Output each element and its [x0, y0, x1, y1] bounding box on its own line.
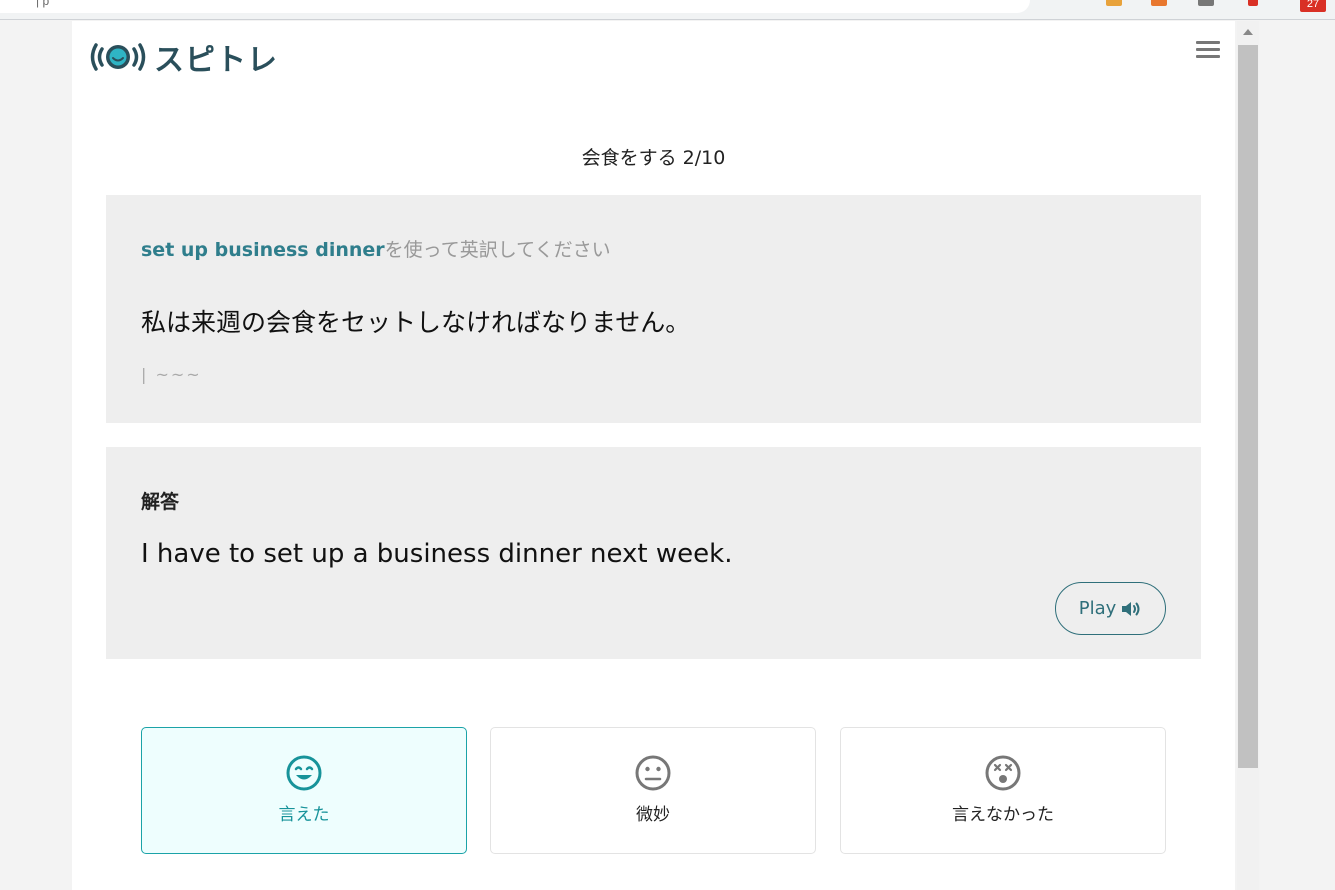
- notification-badge[interactable]: 27: [1300, 0, 1326, 12]
- broadcast-face-icon: [90, 43, 146, 71]
- dizzy-face-icon: [985, 755, 1021, 791]
- question-card: set up business dinnerを使って英訳してください 私は来週の…: [106, 195, 1201, 423]
- address-bar-text: | p: [36, 0, 50, 8]
- extension-icon[interactable]: [1198, 0, 1214, 6]
- play-button-label: Play: [1078, 598, 1117, 619]
- page-scrollbar[interactable]: [1237, 21, 1259, 890]
- smile-face-icon: [286, 755, 322, 791]
- play-audio-button[interactable]: Play: [1055, 582, 1166, 635]
- answer-label: 解答: [141, 491, 180, 513]
- extension-icon[interactable]: [1151, 0, 1167, 6]
- answer-card: 解答 I have to set up a business dinner ne…: [106, 447, 1201, 659]
- japanese-sentence: 私は来週の会食をセットしなければなりません。: [141, 308, 691, 337]
- speaker-icon: [1122, 601, 1140, 616]
- extension-icon[interactable]: [1248, 0, 1258, 6]
- rating-said-it-button[interactable]: 言えた: [141, 727, 467, 854]
- scroll-up-arrow-icon[interactable]: [1243, 29, 1253, 35]
- browser-toolbar: | p 27: [0, 0, 1335, 20]
- target-phrase: set up business dinner: [141, 239, 385, 261]
- scrollbar-thumb[interactable]: [1238, 45, 1258, 768]
- app-page: スピトレ 会食をする 2/10 set up business dinnerを使…: [72, 21, 1235, 890]
- instruction-text: を使って英訳してください: [384, 239, 611, 261]
- rating-label: 言えなかった: [952, 805, 1054, 825]
- neutral-face-icon: [635, 755, 671, 791]
- rating-label: 言えた: [278, 805, 330, 825]
- rating-could-not-button[interactable]: 言えなかった: [840, 727, 1166, 854]
- hint-text: | ~~~: [141, 365, 202, 384]
- address-bar[interactable]: | p: [0, 0, 1030, 13]
- app-logo[interactable]: スピトレ: [88, 37, 278, 78]
- rating-unsure-button[interactable]: 微妙: [490, 727, 816, 854]
- question-instruction: set up business dinnerを使って英訳してください: [141, 235, 611, 262]
- lesson-progress-title: 会食をする 2/10: [581, 147, 726, 169]
- rating-label: 微妙: [636, 805, 670, 825]
- app-logo-text: スピトレ: [154, 43, 278, 78]
- answer-text: I have to set up a business dinner next …: [141, 539, 733, 569]
- menu-icon[interactable]: [1194, 39, 1222, 61]
- extension-icon[interactable]: [1106, 0, 1122, 6]
